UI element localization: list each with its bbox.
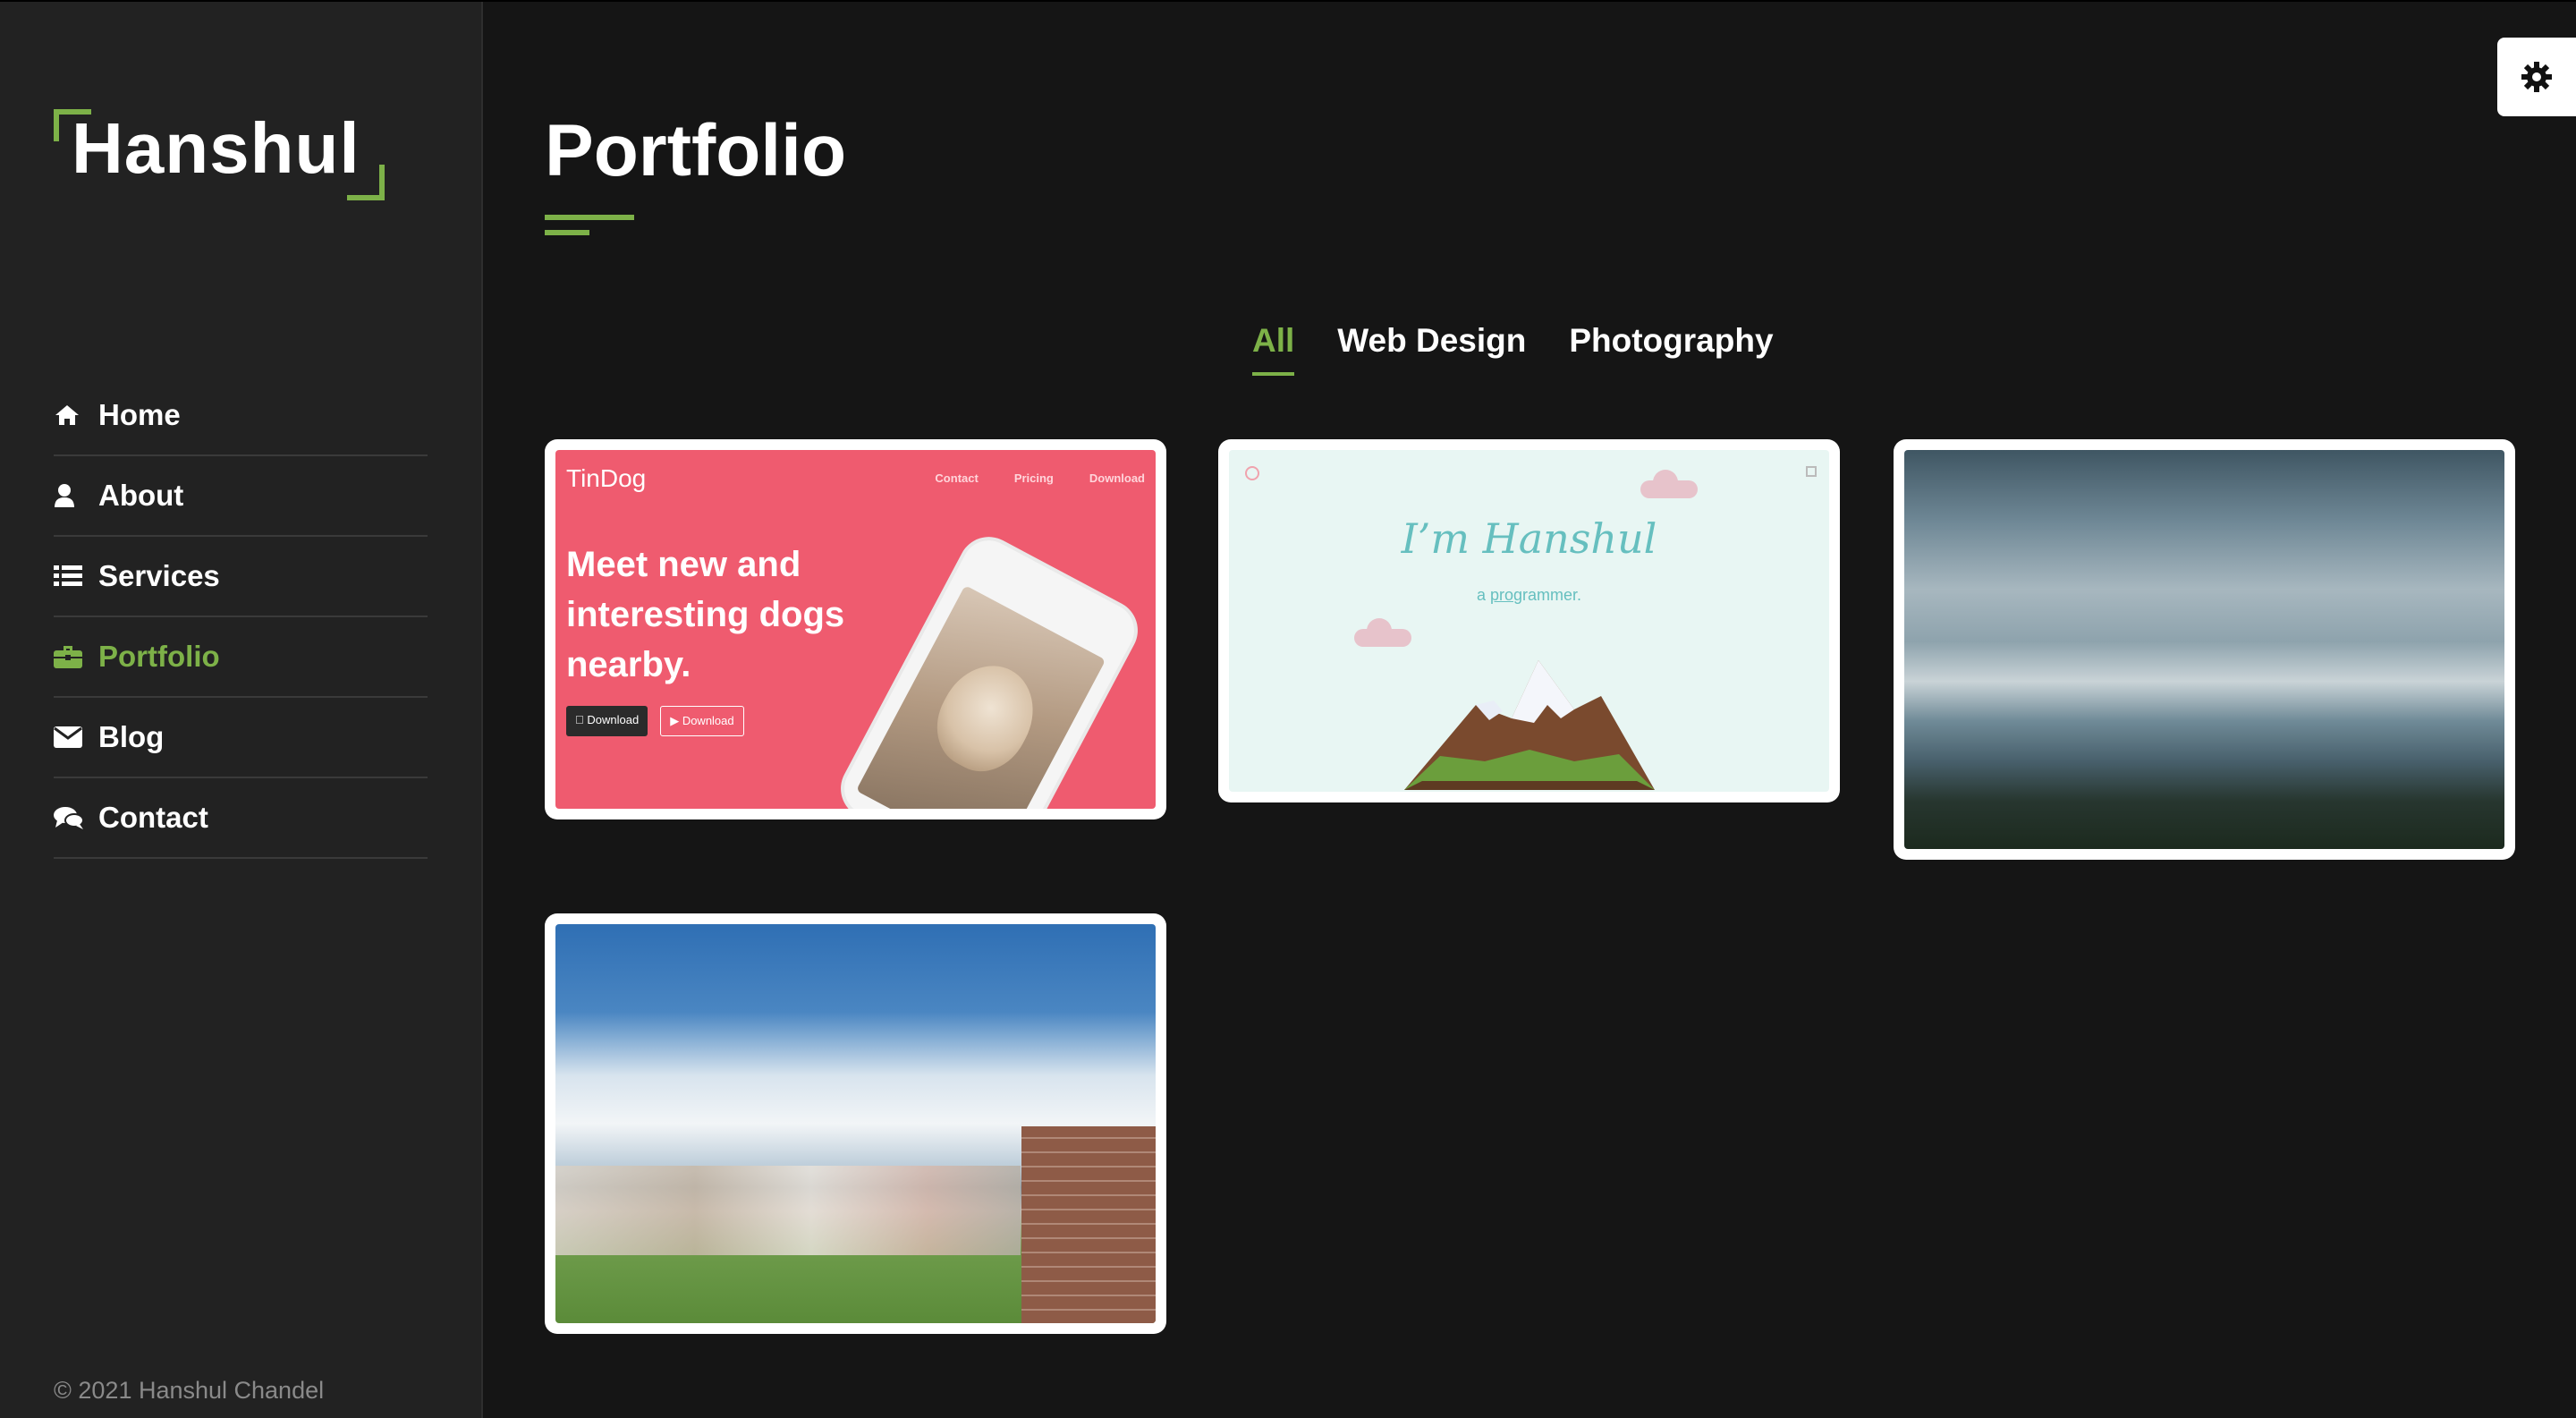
sidebar-item-label: About [98,479,184,512]
logo[interactable]: Hanshul [54,107,385,200]
tindog-headline: Meet new and interesting dogs nearby. [566,545,845,684]
sidebar-nav: Home About Services Portfolio Blog Conta… [54,376,428,859]
tindog-buttons:  Download ▶ Download [566,706,744,736]
play-download-button: ▶ Download [660,706,744,736]
brick-wall [1021,1126,1156,1323]
filter-all[interactable]: All [1252,322,1295,376]
page-title: Portfolio [545,110,847,191]
village-sky-photo [555,924,1156,1323]
tindog-nav: Contact Pricing Download [935,471,1145,485]
sidebar-item-contact[interactable]: Contact [54,778,428,859]
tindog-nav-item: Contact [935,471,979,485]
hanshul-site-preview: I’m Hanshul a programmer. [1229,450,1829,792]
portfolio-filters: All Web Design Photography [1252,322,1774,376]
home-icon [54,403,98,427]
phone-mockup [835,531,1144,809]
portfolio-item-hanshul-site[interactable]: I’m Hanshul a programmer. [1218,439,1840,802]
houses [555,1166,1021,1255]
sidebar-item-label: Services [98,559,220,592]
logo-text: Hanshul [72,108,360,188]
sidebar-item-services[interactable]: Services [54,537,428,617]
dog-face [920,649,1051,786]
sidebar-item-label: Blog [98,720,165,753]
tindog-brand: TinDog [566,464,647,492]
sidebar-item-blog[interactable]: Blog [54,698,428,778]
sidebar-item-portfolio[interactable]: Portfolio [54,617,428,698]
sidebar: Hanshul Home About Services Portfolio Bl… [0,2,483,1418]
sidebar-item-about[interactable]: About [54,456,428,537]
sidebar-item-label: Home [98,398,181,431]
tindog-nav-item: Pricing [1013,471,1054,485]
filter-web-design[interactable]: Web Design [1337,322,1526,370]
filter-photography[interactable]: Photography [1569,322,1773,370]
sidebar-item-label: Portfolio [98,640,220,673]
logo-bracket-bottom-right [347,165,385,200]
copyright: © 2021 Hanshul Chandel [54,1377,325,1404]
cloud-icon [1354,618,1411,647]
sidebar-item-home[interactable]: Home [54,376,428,456]
briefcase-icon [54,644,98,669]
gear-icon [2521,62,2552,92]
settings-button[interactable] [2497,38,2576,116]
portfolio-item-tindog[interactable]: TinDog Contact Pricing Download Meet new… [545,439,1166,819]
portfolio-item-photo-mountains[interactable] [1894,439,2515,860]
apple-download-button:  Download [566,706,648,736]
title-underline [545,215,634,220]
list-icon [54,565,98,588]
portfolio-item-photo-village[interactable] [545,913,1166,1334]
tindog-preview: TinDog Contact Pricing Download Meet new… [555,450,1156,809]
title-underline-short [545,230,589,235]
sidebar-item-label: Contact [98,801,208,834]
hanshul-site-subtitle: a programmer. [1476,586,1582,604]
tindog-nav-item: Download [1089,471,1145,485]
square-icon [1806,466,1817,477]
user-icon [54,483,98,508]
mountain-illustration [1404,660,1655,790]
envelope-icon [54,726,98,748]
dog-photo [855,585,1106,809]
cloud-icon [1640,470,1698,498]
comments-icon [54,805,98,830]
close-icon [1245,466,1259,480]
hanshul-site-name: I’m Hanshul [1401,514,1657,563]
mountain-clouds-photo [1904,450,2504,849]
